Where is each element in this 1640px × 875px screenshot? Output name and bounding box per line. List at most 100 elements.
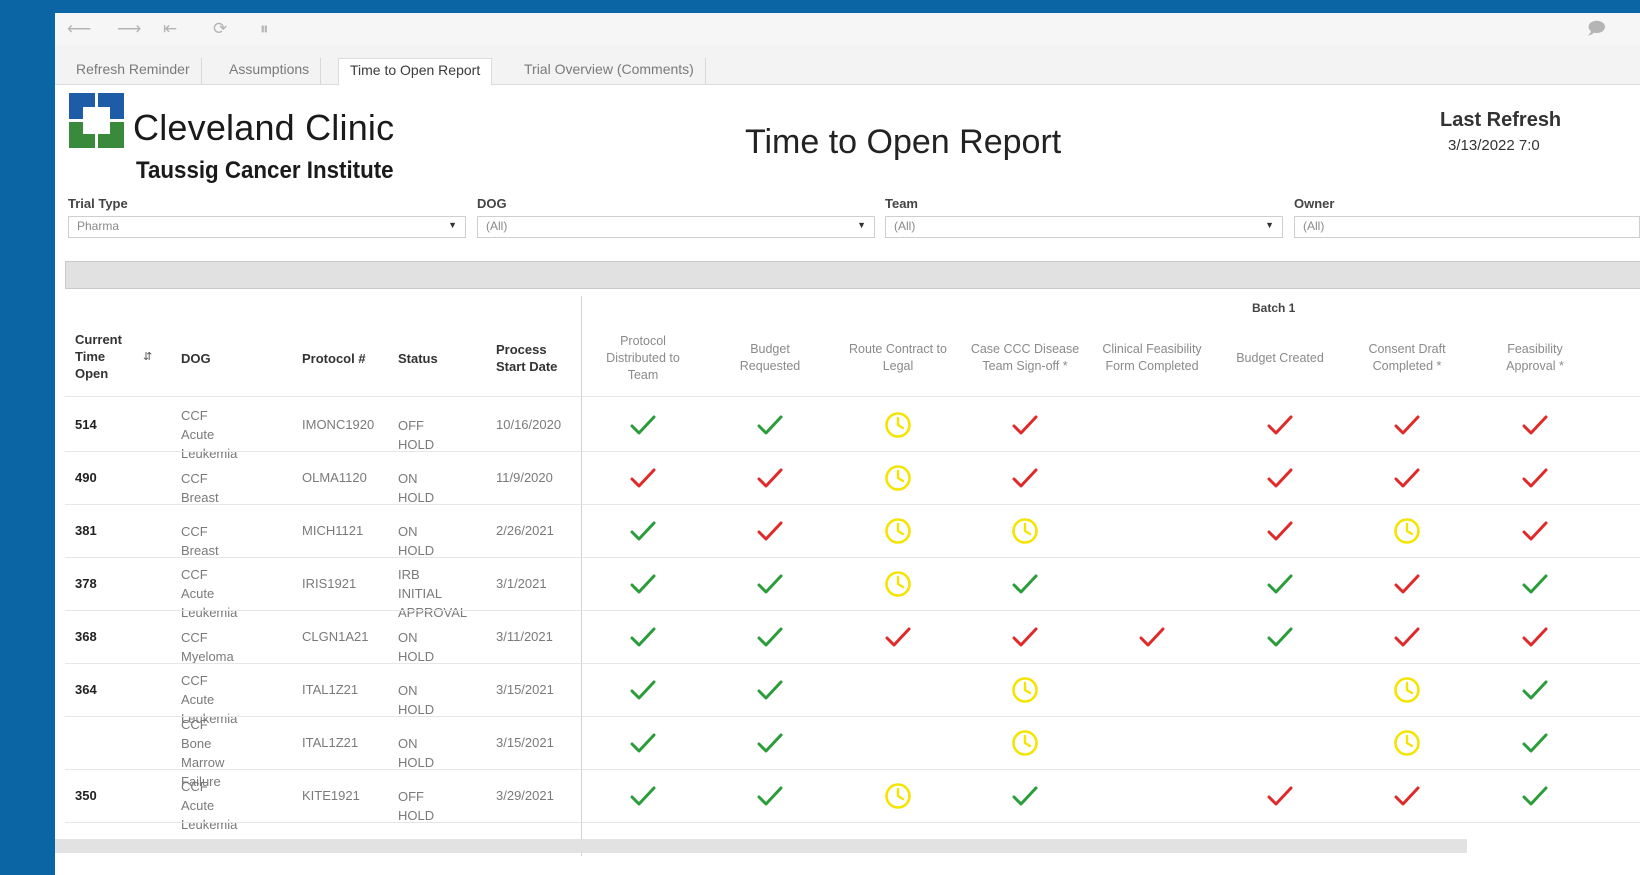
overdue-check-icon[interactable] [1265,463,1295,493]
overdue-check-icon[interactable] [1265,410,1295,440]
complete-check-icon[interactable] [1265,622,1295,652]
tab-refresh-reminder[interactable]: Refresh Reminder [65,58,202,85]
filter-trial-type[interactable]: Pharma ▼ [68,216,466,238]
scrollbar-thumb[interactable] [55,839,1467,853]
cell-dog: CCF Acute Leukemia [181,406,237,463]
header-line: Clinical Feasibility [1102,342,1202,356]
overdue-check-icon[interactable] [883,622,913,652]
complete-check-icon[interactable] [628,516,658,546]
header-line: Approval * [1506,359,1564,373]
filter-team[interactable]: (All) ▼ [885,216,1283,238]
overdue-check-icon[interactable] [1137,622,1167,652]
overdue-check-icon[interactable] [1520,622,1550,652]
complete-check-icon[interactable] [755,622,785,652]
cell-process-start-date: 3/1/2021 [496,576,547,591]
complete-check-icon[interactable] [755,728,785,758]
filter-divider-bar [65,261,1640,289]
overdue-check-icon[interactable] [1010,410,1040,440]
complete-check-icon[interactable] [1010,781,1040,811]
overdue-check-icon[interactable] [1392,463,1422,493]
milestone-header: Budget Created [1216,350,1344,367]
pending-clock-icon[interactable] [1392,675,1422,705]
pending-clock-icon[interactable] [883,410,913,440]
overdue-check-icon[interactable] [755,463,785,493]
complete-check-icon[interactable] [628,622,658,652]
header-line: Form Completed [1105,359,1199,373]
complete-check-icon[interactable] [1520,569,1550,599]
overdue-check-icon[interactable] [1392,410,1422,440]
tab-bar: Refresh Reminder Assumptions Time to Ope… [55,45,1640,86]
overdue-check-icon[interactable] [1392,622,1422,652]
redo-icon[interactable]: ⟶ [117,19,141,39]
refresh-icon[interactable]: ⟳ [213,19,227,39]
cell-time-open: 368 [75,629,97,644]
pending-clock-icon[interactable] [1010,516,1040,546]
undo-icon[interactable]: ⟵ [67,19,91,39]
cell-time-open: 378 [75,576,97,591]
cell-dog: CCF Breast [181,469,219,507]
milestone-header: Budget Requested [706,341,834,375]
cell-line: CCF Breast [181,470,219,505]
cell-time-open: 364 [75,682,97,697]
pause-icon[interactable]: ⏸ [260,19,269,39]
pending-clock-icon[interactable] [1392,728,1422,758]
overdue-check-icon[interactable] [755,516,785,546]
pending-clock-icon[interactable] [883,569,913,599]
horizontal-scrollbar[interactable] [55,839,1467,853]
complete-check-icon[interactable] [755,781,785,811]
overdue-check-icon[interactable] [628,463,658,493]
header-line: Budget [750,342,790,356]
overdue-check-icon[interactable] [1265,781,1295,811]
sort-icon[interactable]: ⇵ [143,350,152,363]
overdue-check-icon[interactable] [1010,463,1040,493]
tab-trial-overview[interactable]: Trial Overview (Comments) [513,58,706,85]
complete-check-icon[interactable] [628,675,658,705]
complete-check-icon[interactable] [628,781,658,811]
complete-check-icon[interactable] [755,569,785,599]
complete-check-icon[interactable] [1520,675,1550,705]
complete-check-icon[interactable] [628,728,658,758]
filter-dog[interactable]: (All) ▼ [477,216,875,238]
revert-icon[interactable]: ⇤ [163,19,177,39]
tableau-dashboard: ⟵ ⟶ ⇤ ⟳ ⏸ 🗩 Refresh Reminder Assumptions… [55,13,1640,875]
milestone-header: Feasibility Approval * [1471,341,1599,375]
overdue-check-icon[interactable] [1520,516,1550,546]
pending-clock-icon[interactable] [883,463,913,493]
milestone-header: Clinical Feasibility Form Completed [1088,341,1216,375]
tab-time-to-open-report[interactable]: Time to Open Report [338,58,493,86]
complete-check-icon[interactable] [1265,569,1295,599]
pending-clock-icon[interactable] [1010,728,1040,758]
complete-check-icon[interactable] [628,410,658,440]
overdue-check-icon[interactable] [1392,569,1422,599]
tab-assumptions[interactable]: Assumptions [218,58,322,85]
header-dog: DOG [181,351,211,366]
header-line: Current [75,332,122,347]
filter-value: (All) [1303,219,1325,233]
pending-clock-icon[interactable] [1010,675,1040,705]
milestone-header: Protocol Distributed to Team [579,333,707,384]
overdue-check-icon[interactable] [1520,463,1550,493]
overdue-check-icon[interactable] [1265,516,1295,546]
row-divider [65,610,1640,611]
complete-check-icon[interactable] [1520,728,1550,758]
header-current-time-open[interactable]: Current Time Open [75,331,122,382]
comment-icon[interactable]: 🗩 [1587,19,1606,39]
complete-check-icon[interactable] [755,675,785,705]
filter-label-dog: DOG [477,196,507,211]
header-line: Protocol [620,333,666,348]
pending-clock-icon[interactable] [1392,516,1422,546]
header-line: Case CCC Disease [970,342,1080,356]
complete-check-icon[interactable] [755,410,785,440]
filter-owner[interactable]: (All) [1294,216,1640,238]
overdue-check-icon[interactable] [1392,781,1422,811]
complete-check-icon[interactable] [1010,569,1040,599]
cell-line: ON HOLD [398,470,435,505]
pending-clock-icon[interactable] [883,516,913,546]
pending-clock-icon[interactable] [883,781,913,811]
row-divider [65,504,1640,505]
complete-check-icon[interactable] [628,569,658,599]
overdue-check-icon[interactable] [1520,410,1550,440]
header-line: Team Sign-off * [982,359,1068,373]
overdue-check-icon[interactable] [1010,622,1040,652]
complete-check-icon[interactable] [1520,781,1550,811]
